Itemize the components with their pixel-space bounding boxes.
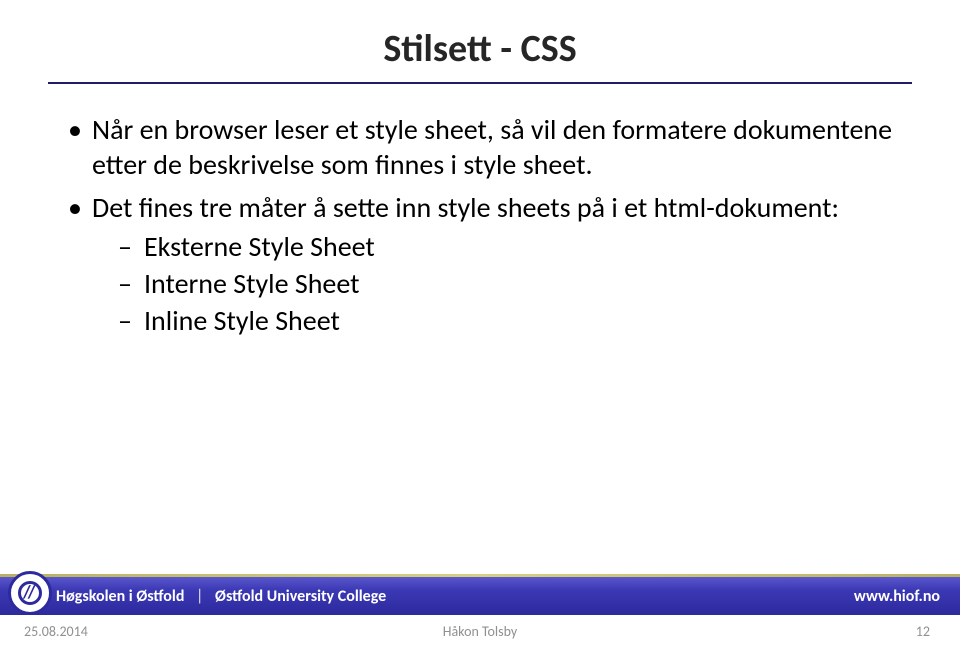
slide-title: Stilsett - CSS	[48, 26, 912, 72]
brand-text: Høgskolen i Østfold | Østfold University…	[56, 587, 386, 606]
brand-bar: Høgskolen i Østfold | Østfold University…	[0, 577, 960, 615]
bullet-list: Når en browser leser et style sheet, så …	[64, 112, 912, 338]
footer-page-number: 12	[916, 623, 930, 640]
brand-name-en: Østfold University College	[215, 587, 386, 606]
footer-author: Håkon Tolsby	[443, 623, 518, 640]
slide-footer: Høgskolen i Østfold | Østfold University…	[0, 577, 960, 650]
title-underline	[48, 82, 912, 84]
brand-separator: |	[196, 587, 203, 606]
brand-url: www.hiof.no	[854, 587, 940, 606]
footer-date: 25.08.2014	[24, 623, 88, 640]
sub-bullet-list: Eksterne Style Sheet Interne Style Sheet…	[92, 229, 912, 338]
sub-bullet-item: Inline Style Sheet	[118, 303, 912, 338]
brand-name-no: Høgskolen i Østfold	[56, 587, 184, 606]
bullet-item: Det fines tre måter å sette inn style sh…	[64, 190, 912, 338]
slide: Stilsett - CSS Når en browser leser et s…	[0, 0, 960, 650]
meta-row: 25.08.2014 Håkon Tolsby 12	[0, 615, 960, 650]
slide-content: Når en browser leser et style sheet, så …	[48, 112, 912, 338]
college-logo-icon	[8, 571, 52, 615]
sub-bullet-item: Eksterne Style Sheet	[118, 229, 912, 264]
bullet-text: Det fines tre måter å sette inn style sh…	[92, 190, 839, 225]
sub-bullet-item: Interne Style Sheet	[118, 266, 912, 301]
bullet-item: Når en browser leser et style sheet, så …	[64, 112, 912, 182]
